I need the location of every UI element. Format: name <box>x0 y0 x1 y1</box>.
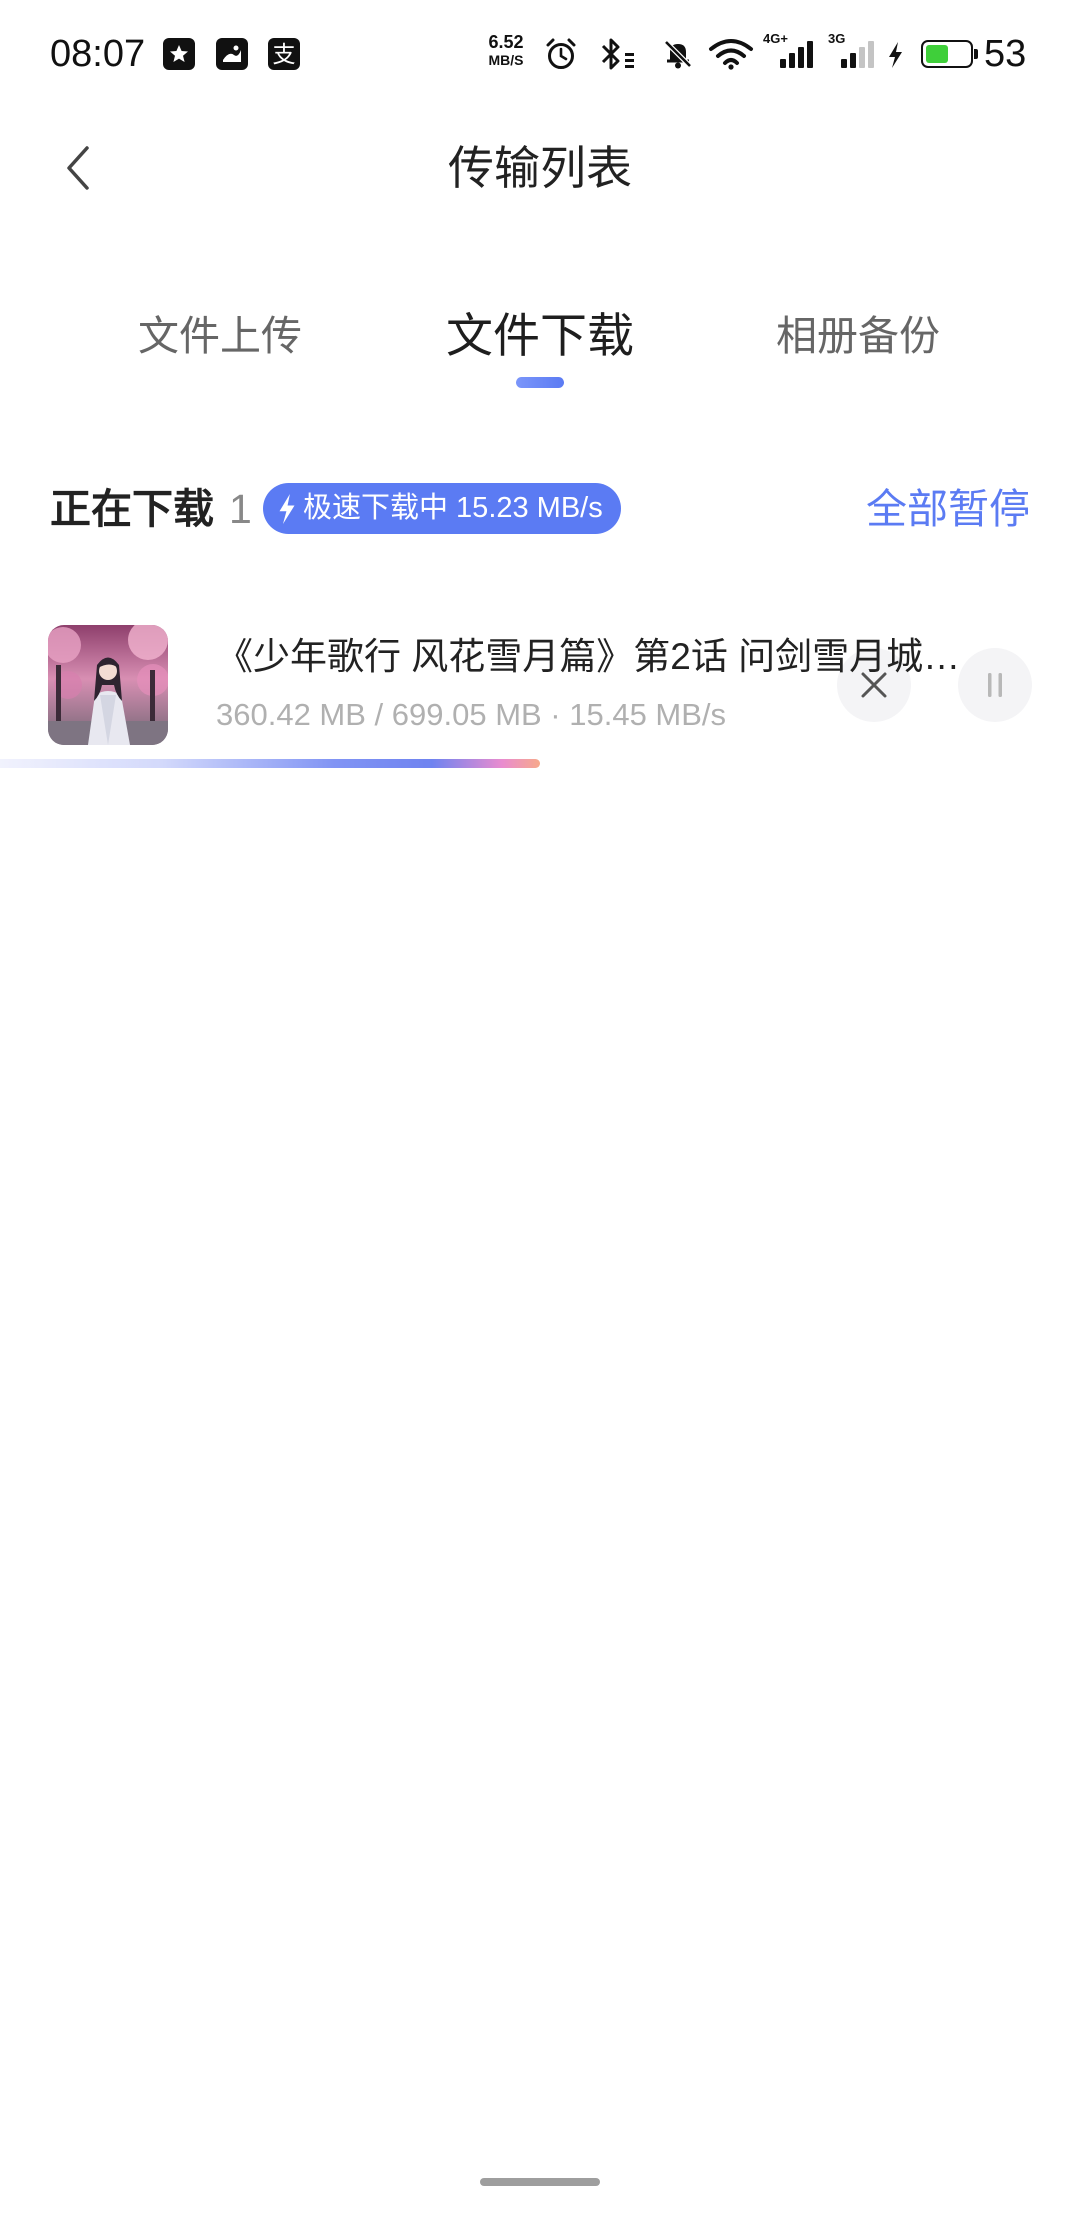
image-notification-icon <box>216 38 248 70</box>
network-speed: 6.52 MB/S <box>481 32 531 69</box>
tab-file-download[interactable]: 文件下载 <box>390 300 690 388</box>
notifications-muted-icon <box>661 37 695 71</box>
video-thumbnail <box>48 625 168 745</box>
download-progress-bar <box>0 759 540 768</box>
download-item[interactable]: 《少年歌行 风花雪月篇》第2话 问剑雪月城… 360.42 MB / 699.0… <box>0 600 1080 775</box>
speed-badge-text: 极速下载中 15.23 MB/s <box>303 492 603 524</box>
tab-file-upload[interactable]: 文件上传 <box>70 300 370 372</box>
network-speed-value: 6.52 <box>488 32 524 52</box>
download-title: 《少年歌行 风花雪月篇》第2话 问剑雪月城… <box>216 636 961 677</box>
battery-icon <box>921 40 978 68</box>
charging-icon <box>887 42 904 68</box>
download-count: 1 <box>229 486 252 532</box>
wifi-icon <box>708 38 754 70</box>
status-time: 08:07 <box>50 33 146 75</box>
section-title: 正在下载 <box>50 486 214 532</box>
battery-percentage: 53 <box>984 33 1027 75</box>
tab-label: 相册备份 <box>776 313 940 359</box>
tab-label: 文件上传 <box>138 313 302 359</box>
pause-all-button[interactable]: 全部暂停 <box>866 481 1030 537</box>
alarm-icon <box>544 37 578 71</box>
home-indicator <box>480 2178 600 2186</box>
download-progress-text: 360.42 MB / 699.05 MB · 15.45 MB/s <box>216 697 727 732</box>
signal-sim1: 4G+ <box>763 32 813 68</box>
signal-bars-icon <box>780 41 813 68</box>
network-speed-unit: MB/S <box>488 52 524 68</box>
page-title: 传输列表 <box>448 142 632 194</box>
lightning-icon <box>279 493 295 524</box>
tab-indicator <box>516 377 564 388</box>
app-notification-icon <box>163 38 195 70</box>
speed-boost-badge: 极速下载中 15.23 MB/s <box>263 483 621 534</box>
alipay-icon: 支 <box>268 38 300 70</box>
signal-sim2: 3G <box>828 32 874 68</box>
bluetooth-icon <box>598 35 642 73</box>
battery-fill <box>926 45 949 63</box>
tab-album-backup[interactable]: 相册备份 <box>708 300 1008 372</box>
tab-label: 文件下载 <box>446 309 634 362</box>
signal-bars-icon <box>841 41 874 68</box>
